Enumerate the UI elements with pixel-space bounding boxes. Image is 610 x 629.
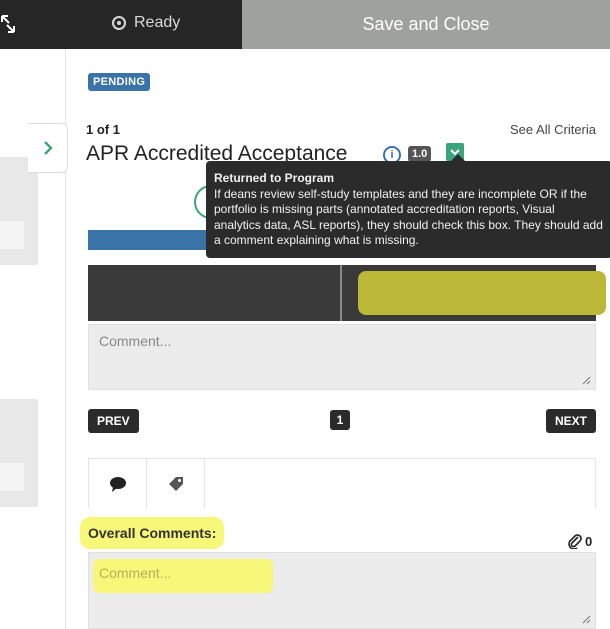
resize-handle-icon[interactable] [581,614,591,624]
status-badge: PENDING [88,73,151,91]
overall-comment-field[interactable]: Comment... [88,552,596,629]
attachment-count: 0 [585,533,593,549]
comment-tabs [88,458,596,509]
paperclip-icon [568,534,582,549]
tab-tags[interactable] [147,459,205,509]
prev-button[interactable]: PREV [88,409,139,433]
page-number[interactable]: 1 [330,410,350,430]
criteria-count: 1 of 1 [86,122,120,137]
rail-panel-inner [0,463,24,491]
save-and-close-button[interactable]: Save and Close [242,0,610,49]
score-badge: 1.0 [408,146,432,162]
tooltip-arrow [451,154,465,161]
tag-icon [168,477,183,491]
topbar-status-area: Ready [0,0,242,49]
resize-handle-icon[interactable] [581,375,591,385]
top-bar: Ready Save and Close [0,0,610,49]
radio-dot-icon [112,16,126,30]
next-button[interactable]: NEXT [546,409,597,433]
expand-panel-button[interactable] [28,123,68,173]
tooltip-title: Returned to Program [214,171,335,185]
tooltip-body: If deans review self-study templates and… [214,186,603,248]
criteria-comment-field[interactable]: Comment... [88,324,596,390]
comment-placeholder: Comment... [99,333,172,349]
panel-divider [340,265,342,321]
criteria-tooltip: Returned to Program If deans review self… [206,154,610,258]
status-text: Ready [134,14,181,31]
overall-comment-placeholder: Comment... [93,559,273,593]
option-panels [88,265,606,321]
comment-bubble-icon [109,477,126,492]
main-panel: PENDING 1 of 1 See All Criteria APR Accr… [66,49,610,629]
status-indicator: Ready [112,14,180,32]
expand-icon[interactable] [0,14,16,34]
overall-comments-label: Overall Comments: [80,517,225,549]
chevron-right-icon [43,141,53,155]
see-all-criteria-link[interactable]: See All Criteria [510,122,596,137]
page: Ready Save and Close PENDING 1 of 1 See … [0,0,610,629]
rail-panel-inner [0,221,24,249]
tab-comments[interactable] [89,459,147,509]
attachments-button[interactable]: 0 [567,533,592,549]
highlight-mark [358,271,606,315]
